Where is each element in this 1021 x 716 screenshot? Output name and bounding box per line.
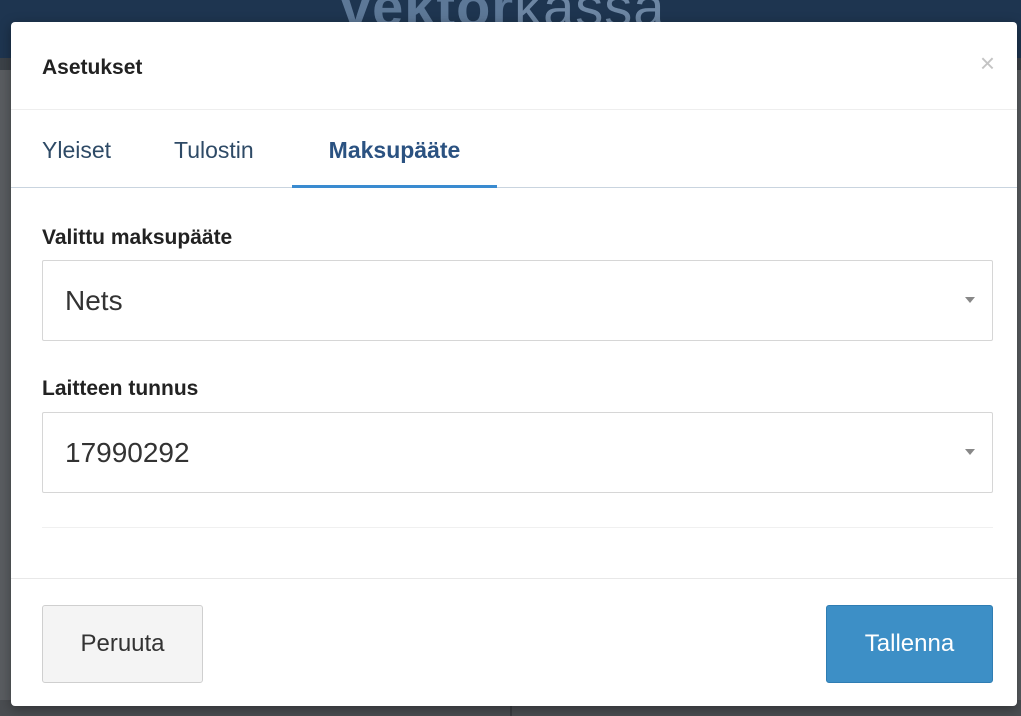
dialog-header: Asetukset ×	[11, 22, 1017, 110]
dialog-footer: Peruuta Tallenna	[11, 578, 1017, 706]
tab-yleiset[interactable]: Yleiset	[42, 110, 111, 187]
chevron-down-icon	[965, 297, 975, 303]
chevron-down-icon	[965, 449, 975, 455]
tab-maksupaate[interactable]: Maksupääte	[292, 110, 497, 188]
device-id-select-value: 17990292	[65, 437, 190, 468]
cancel-button[interactable]: Peruuta	[42, 605, 203, 683]
terminal-select-value: Nets	[65, 285, 123, 316]
device-id-label: Laitteen tunnus	[42, 377, 199, 400]
form-divider	[42, 527, 993, 528]
terminal-label: Valittu maksupääte	[42, 226, 233, 249]
close-icon[interactable]: ×	[980, 50, 995, 76]
settings-dialog: Asetukset × Yleiset Tulostin Maksupääte …	[11, 22, 1017, 706]
device-id-select[interactable]: 17990292	[42, 412, 993, 493]
dialog-title: Asetukset	[42, 56, 143, 79]
settings-tabs: Yleiset Tulostin Maksupääte	[11, 110, 1017, 188]
terminal-select[interactable]: Nets	[42, 260, 993, 341]
tab-tulostin[interactable]: Tulostin	[174, 110, 254, 187]
save-button[interactable]: Tallenna	[826, 605, 993, 683]
